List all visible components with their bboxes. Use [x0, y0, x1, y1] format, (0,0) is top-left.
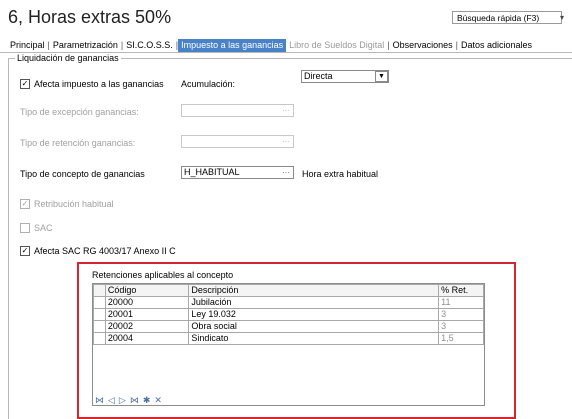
column-header-descripcion[interactable]: Descripción: [188, 284, 440, 297]
sac-checkbox: [20, 222, 30, 233]
afecta-sac-checkbox[interactable]: ✓: [20, 245, 30, 256]
ellipsis-icon: ···: [282, 106, 290, 115]
retribucion-checkbox: ✓: [20, 198, 30, 209]
sac-checkbox-row: SAC: [20, 222, 53, 234]
afecta-impuesto-checkbox-row[interactable]: ✓ Afecta impuesto a las ganancias: [20, 78, 164, 90]
tipo-retencion-field: [181, 135, 294, 148]
afecta-sac-checkbox-row[interactable]: ✓ Afecta SAC RG 4003/17 Anexo II C: [20, 245, 176, 257]
retenciones-title: Retenciones aplicables al concepto: [92, 270, 234, 280]
cell-ret[interactable]: 3: [438, 320, 484, 333]
afecta-sac-label: Afecta SAC RG 4003/17 Anexo II C: [34, 246, 176, 256]
tipo-concepto-label: Tipo de concepto de ganancias: [20, 169, 145, 179]
row-indicator: [93, 308, 106, 321]
next-record-icon[interactable]: ▷: [119, 395, 130, 405]
afecta-impuesto-checkbox[interactable]: ✓: [20, 78, 30, 89]
retribucion-label: Retribución habitual: [34, 199, 114, 209]
table-row[interactable]: 20001 Ley 19.032 3: [93, 308, 484, 321]
tab-datos-adicionales[interactable]: Datos adicionales: [458, 39, 535, 52]
new-record-icon[interactable]: ✱: [143, 395, 155, 405]
row-indicator: [93, 332, 106, 345]
group-border: [8, 58, 9, 419]
tab-libro-sueldos[interactable]: Libro de Sueldos Digital: [286, 39, 387, 52]
tipo-concepto-field[interactable]: H_HABITUAL: [181, 166, 294, 179]
grid-navigator: ⋈◁▷⋈✱✕: [95, 395, 166, 406]
cell-descripcion[interactable]: Jubilación: [188, 296, 440, 309]
tab-impuesto-ganancias[interactable]: Impuesto a las ganancias: [178, 39, 287, 52]
cell-ret[interactable]: 1,5: [438, 332, 484, 345]
first-record-icon[interactable]: ⋈: [95, 395, 108, 405]
cell-codigo[interactable]: 20000: [104, 296, 190, 309]
cell-descripcion[interactable]: Sindicato: [188, 332, 440, 345]
quick-search-input[interactable]: Búsqueda rápida (F3): [452, 11, 562, 24]
ellipsis-icon: ···: [282, 137, 290, 146]
retribucion-checkbox-row: ✓ Retribución habitual: [20, 198, 114, 210]
column-header-ret[interactable]: % Ret.: [438, 284, 484, 297]
tab-sicoss[interactable]: SI.C.O.S.S.: [123, 39, 176, 52]
group-border: [104, 58, 572, 59]
retenciones-table: Código Descripción % Ret. 20000 Jubilaci…: [93, 284, 484, 345]
ellipsis-icon[interactable]: ···: [279, 167, 293, 178]
row-indicator-header: [93, 284, 106, 297]
group-title: Liquidación de ganancias: [15, 53, 121, 63]
previous-record-icon[interactable]: ◁: [108, 395, 119, 405]
retenciones-grid[interactable]: Código Descripción % Ret. 20000 Jubilaci…: [92, 283, 485, 406]
cell-descripcion[interactable]: Obra social: [188, 320, 440, 333]
row-indicator: [93, 320, 106, 333]
cell-descripcion[interactable]: Ley 19.032: [188, 308, 440, 321]
table-row[interactable]: 20002 Obra social 3: [93, 320, 484, 333]
tab-bar: Principal | Parametrización | SI.C.O.S.S. | Im…: [7, 39, 535, 52]
table-row[interactable]: 20000 Jubilación 11: [93, 296, 484, 309]
search-dropdown-icon[interactable]: ▾: [560, 11, 572, 24]
table-header-row: Código Descripción % Ret.: [93, 284, 484, 297]
column-header-codigo[interactable]: Código: [104, 284, 190, 297]
delete-record-icon[interactable]: ✕: [154, 395, 166, 405]
tipo-excepcion-label: Tipo de excepción ganancias:: [20, 107, 139, 117]
page-title: 6, Horas extras 50%: [8, 7, 172, 27]
tab-principal[interactable]: Principal: [7, 39, 48, 52]
afecta-impuesto-label: Afecta impuesto a las ganancias: [34, 79, 164, 89]
last-record-icon[interactable]: ⋈: [130, 395, 143, 405]
tipo-retencion-label: Tipo de retención ganancias:: [20, 138, 136, 148]
cell-codigo[interactable]: 20001: [104, 308, 190, 321]
sac-label: SAC: [34, 223, 53, 233]
tab-observaciones[interactable]: Observaciones: [390, 39, 456, 52]
row-indicator: [93, 296, 106, 309]
tab-parametrizacion[interactable]: Parametrización: [50, 39, 121, 52]
cell-ret[interactable]: 3: [438, 308, 484, 321]
table-row[interactable]: 20004 Sindicato 1,5: [93, 332, 484, 345]
cell-codigo[interactable]: 20002: [104, 320, 190, 333]
acumulacion-label: Acumulación:: [181, 79, 236, 89]
cell-ret[interactable]: 11: [438, 296, 484, 309]
tipo-concepto-description: Hora extra habitual: [302, 169, 379, 179]
chevron-down-icon[interactable]: ▼: [375, 71, 388, 82]
tipo-excepcion-field: [181, 104, 294, 117]
cell-codigo[interactable]: 20004: [104, 332, 190, 345]
